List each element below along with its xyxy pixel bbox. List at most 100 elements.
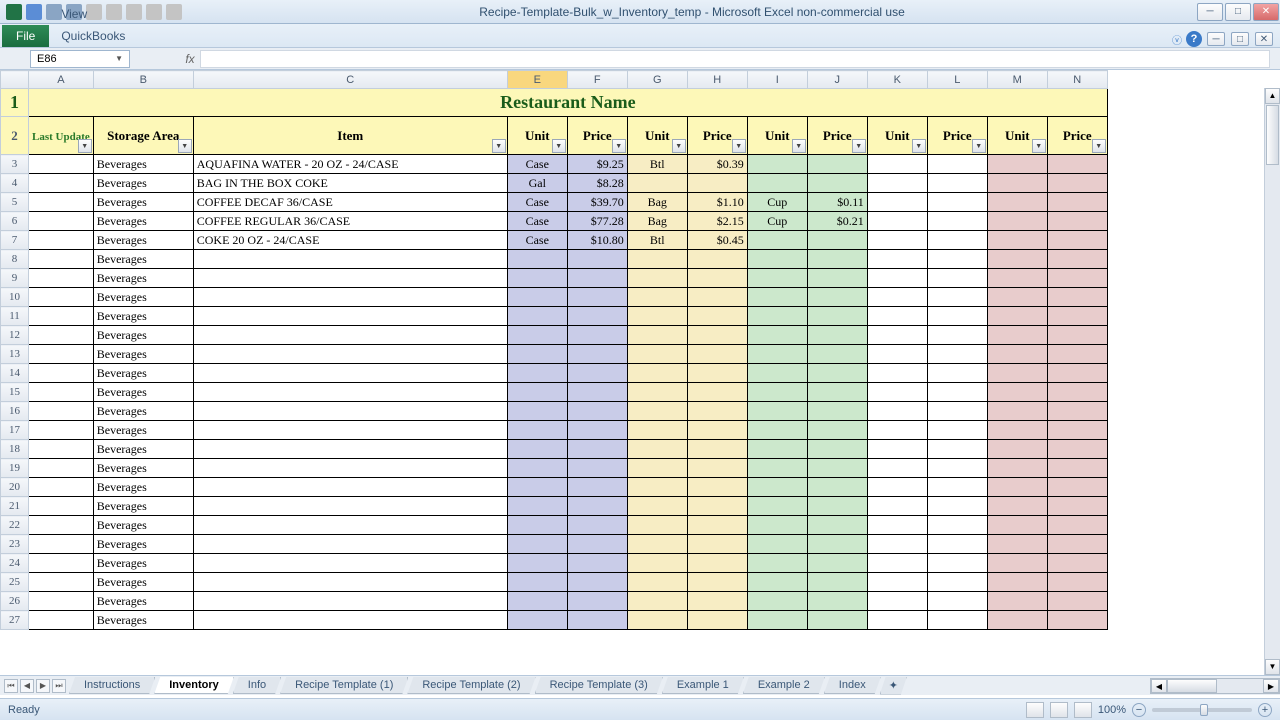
cell-price[interactable]: $8.28 bbox=[567, 174, 627, 193]
file-tab[interactable]: File bbox=[2, 25, 49, 47]
cell-unit[interactable] bbox=[987, 459, 1047, 478]
cell-price[interactable] bbox=[807, 516, 867, 535]
ribbon-minimize-icon[interactable]: ─ bbox=[1207, 32, 1225, 46]
cell-unit[interactable] bbox=[867, 364, 927, 383]
new-sheet-tab[interactable]: ✦ bbox=[880, 677, 907, 695]
cell-item[interactable] bbox=[193, 611, 507, 630]
cell-price[interactable] bbox=[927, 193, 987, 212]
cell-item[interactable] bbox=[193, 497, 507, 516]
cell-unit[interactable] bbox=[747, 250, 807, 269]
cell-price[interactable] bbox=[687, 269, 747, 288]
cell-price[interactable] bbox=[567, 288, 627, 307]
cell-price[interactable] bbox=[1047, 383, 1107, 402]
column-header-C[interactable]: C bbox=[193, 71, 507, 89]
cell-unit[interactable] bbox=[747, 155, 807, 174]
cell-unit[interactable] bbox=[507, 573, 567, 592]
cell[interactable] bbox=[29, 421, 94, 440]
cell-unit[interactable] bbox=[987, 421, 1047, 440]
cell-price[interactable] bbox=[567, 459, 627, 478]
cell[interactable] bbox=[29, 269, 94, 288]
cell-unit[interactable] bbox=[507, 611, 567, 630]
cell-unit[interactable] bbox=[627, 345, 687, 364]
cell[interactable] bbox=[29, 478, 94, 497]
header-last-update[interactable]: Last Update▼ bbox=[29, 117, 94, 155]
cell-unit[interactable] bbox=[747, 516, 807, 535]
cell[interactable] bbox=[29, 174, 94, 193]
cell-unit[interactable] bbox=[867, 516, 927, 535]
cell-unit[interactable] bbox=[507, 497, 567, 516]
cell[interactable] bbox=[29, 326, 94, 345]
cell-price[interactable]: $0.11 bbox=[807, 193, 867, 212]
cell-price[interactable] bbox=[567, 592, 627, 611]
row-header[interactable]: 25 bbox=[1, 573, 29, 592]
horizontal-scrollbar[interactable]: ◀ ▶ bbox=[1150, 678, 1280, 694]
cell-price[interactable] bbox=[927, 535, 987, 554]
cell-unit[interactable] bbox=[867, 421, 927, 440]
cell-price[interactable] bbox=[687, 364, 747, 383]
cell-unit[interactable] bbox=[747, 345, 807, 364]
cell-item[interactable]: AQUAFINA WATER - 20 OZ - 24/CASE bbox=[193, 155, 507, 174]
column-header-E[interactable]: E bbox=[507, 71, 567, 89]
cell-price[interactable]: $77.28 bbox=[567, 212, 627, 231]
cell-unit[interactable] bbox=[747, 231, 807, 250]
cell-price[interactable] bbox=[1047, 307, 1107, 326]
row-header[interactable]: 19 bbox=[1, 459, 29, 478]
cell-unit[interactable] bbox=[747, 459, 807, 478]
tab-prev-icon[interactable]: ◀ bbox=[20, 679, 34, 693]
cell-price[interactable] bbox=[567, 269, 627, 288]
cell-price[interactable]: $0.21 bbox=[807, 212, 867, 231]
cell-item[interactable] bbox=[193, 554, 507, 573]
zoom-in-icon[interactable]: + bbox=[1258, 703, 1272, 717]
cell-price[interactable] bbox=[1047, 174, 1107, 193]
ribbon-tab-view[interactable]: View bbox=[49, 3, 140, 25]
filter-icon[interactable]: ▼ bbox=[732, 139, 746, 153]
cell-price[interactable] bbox=[687, 307, 747, 326]
cell-unit[interactable] bbox=[747, 402, 807, 421]
cell-price[interactable] bbox=[567, 478, 627, 497]
cell-storage[interactable]: Beverages bbox=[93, 212, 193, 231]
cell-price[interactable] bbox=[927, 269, 987, 288]
cell-item[interactable] bbox=[193, 459, 507, 478]
header-unit[interactable]: Unit▼ bbox=[627, 117, 687, 155]
row-header[interactable]: 14 bbox=[1, 364, 29, 383]
cell-unit[interactable]: Btl bbox=[627, 155, 687, 174]
cell-unit[interactable] bbox=[867, 345, 927, 364]
cell-price[interactable] bbox=[807, 174, 867, 193]
row-header[interactable]: 1 bbox=[1, 89, 29, 117]
cell-price[interactable]: $9.25 bbox=[567, 155, 627, 174]
cell-storage[interactable]: Beverages bbox=[93, 516, 193, 535]
cell-price[interactable] bbox=[687, 535, 747, 554]
cell-unit[interactable] bbox=[987, 592, 1047, 611]
cell-storage[interactable]: Beverages bbox=[93, 383, 193, 402]
ribbon-close-icon[interactable]: ✕ bbox=[1255, 32, 1273, 46]
row-header[interactable]: 6 bbox=[1, 212, 29, 231]
cell-unit[interactable] bbox=[867, 402, 927, 421]
cell-price[interactable] bbox=[687, 402, 747, 421]
qat-icon[interactable] bbox=[166, 4, 182, 20]
cell-price[interactable] bbox=[1047, 592, 1107, 611]
cell[interactable] bbox=[29, 345, 94, 364]
cell-price[interactable] bbox=[927, 402, 987, 421]
cell-price[interactable] bbox=[687, 174, 747, 193]
cell-unit[interactable] bbox=[507, 516, 567, 535]
cell-unit[interactable] bbox=[507, 383, 567, 402]
view-page-break-icon[interactable] bbox=[1074, 702, 1092, 718]
column-header-N[interactable]: N bbox=[1047, 71, 1107, 89]
cell-price[interactable] bbox=[927, 497, 987, 516]
cell-price[interactable]: $39.70 bbox=[567, 193, 627, 212]
filter-icon[interactable]: ▼ bbox=[552, 139, 566, 153]
cell-unit[interactable] bbox=[867, 611, 927, 630]
cell-unit[interactable] bbox=[987, 345, 1047, 364]
cell-item[interactable] bbox=[193, 326, 507, 345]
cell-storage[interactable]: Beverages bbox=[93, 478, 193, 497]
maximize-button[interactable]: □ bbox=[1225, 3, 1251, 21]
cell-price[interactable] bbox=[567, 573, 627, 592]
filter-icon[interactable]: ▼ bbox=[852, 139, 866, 153]
cell-unit[interactable] bbox=[867, 193, 927, 212]
filter-icon[interactable]: ▼ bbox=[1032, 139, 1046, 153]
cell[interactable] bbox=[29, 383, 94, 402]
cell-unit[interactable] bbox=[867, 440, 927, 459]
cell[interactable] bbox=[29, 155, 94, 174]
cell-price[interactable] bbox=[567, 383, 627, 402]
cell-price[interactable] bbox=[927, 554, 987, 573]
